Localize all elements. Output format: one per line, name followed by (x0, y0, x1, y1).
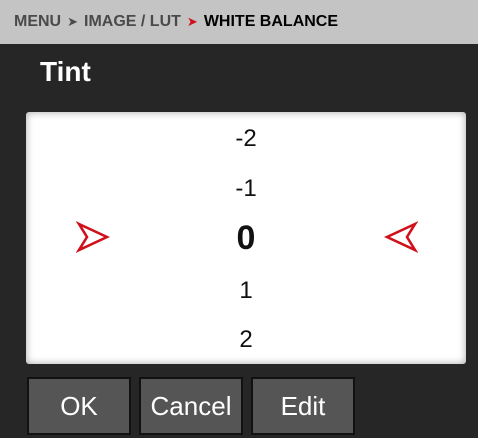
cancel-button[interactable]: Cancel (139, 377, 243, 435)
breadcrumb-item-menu[interactable]: MENU (14, 13, 61, 31)
breadcrumb: MENU ➤ IMAGE / LUT ➤ WHITE BALANCE (0, 0, 478, 44)
breadcrumb-item-white-balance: WHITE BALANCE (203, 13, 339, 30)
picker-option-minus-2[interactable]: -2 (26, 124, 466, 154)
picker-option-minus-1[interactable]: -1 (26, 174, 466, 204)
picker-option-2[interactable]: 2 (26, 325, 466, 355)
chevron-right-icon: ➤ (186, 14, 198, 29)
edit-button[interactable]: Edit (251, 377, 355, 435)
arrow-right-outline-icon (76, 221, 110, 253)
tint-screen: MENU ➤ IMAGE / LUT ➤ WHITE BALANCE Tint … (0, 0, 478, 438)
ok-button[interactable]: OK (27, 377, 131, 435)
chevron-right-icon: ➤ (67, 14, 79, 29)
breadcrumb-item-image-lut[interactable]: IMAGE / LUT (84, 13, 181, 31)
tint-value-picker[interactable]: -2 -1 0 1 2 (26, 112, 466, 364)
page-title: Tint (40, 56, 91, 87)
arrow-left-outline-icon (384, 221, 418, 253)
picker-option-1[interactable]: 1 (26, 276, 466, 306)
